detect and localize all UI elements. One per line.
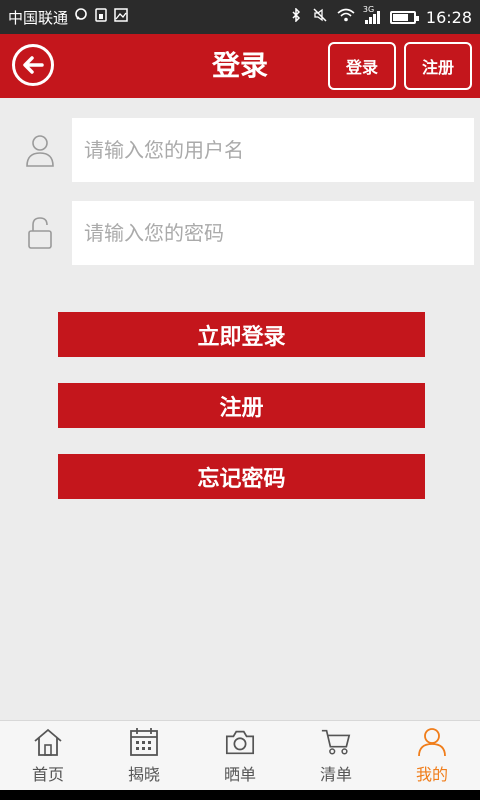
nav-label-reveal: 揭晓 xyxy=(127,764,160,784)
nav-label-cart: 清单 xyxy=(319,764,352,784)
register-button[interactable]: 注册 xyxy=(58,383,425,428)
nav-item-showcase[interactable]: 晒单 xyxy=(192,721,288,790)
login-now-button[interactable]: 立即登录 xyxy=(58,312,425,357)
camera-icon xyxy=(224,727,256,757)
chat-notification-icon xyxy=(74,8,88,26)
password-field-row xyxy=(8,201,474,265)
user-icon xyxy=(8,118,72,182)
signal-icon: 3G xyxy=(363,5,380,24)
nav-item-cart[interactable]: 清单 xyxy=(288,721,384,790)
system-bar xyxy=(0,790,480,800)
header-login-button[interactable]: 登录 xyxy=(328,42,396,90)
sim-notification-icon xyxy=(94,8,108,26)
app-header: 登录 登录 注册 xyxy=(0,34,480,98)
battery-icon xyxy=(389,10,419,24)
nav-label-mine: 我的 xyxy=(415,764,448,784)
user-icon xyxy=(416,727,448,757)
nav-item-home[interactable]: 首页 xyxy=(0,721,96,790)
nav-label-showcase: 晒单 xyxy=(223,764,256,784)
carrier-label: 中国联通 xyxy=(8,8,69,27)
nav-item-mine[interactable]: 我的 xyxy=(384,721,480,790)
status-bar: 中国联通 3G 16:28 xyxy=(0,0,480,34)
mute-icon xyxy=(313,8,327,26)
home-icon xyxy=(32,727,64,757)
nav-label-home: 首页 xyxy=(31,764,64,784)
lock-icon xyxy=(8,201,72,265)
cart-icon xyxy=(320,727,352,757)
clock: 16:28 xyxy=(425,7,472,27)
battery-level xyxy=(392,13,408,21)
nav-item-reveal[interactable]: 揭晓 xyxy=(96,721,192,790)
image-notification-icon xyxy=(114,8,128,26)
calendar-icon xyxy=(128,727,160,757)
username-field-row xyxy=(8,118,474,182)
header-register-button[interactable]: 注册 xyxy=(404,42,472,90)
network-type-label: 3G xyxy=(362,4,375,14)
password-input[interactable] xyxy=(72,201,474,265)
bottom-nav: 首页 揭晓 晒单 清单 我的 xyxy=(0,720,480,790)
bluetooth-icon xyxy=(289,8,303,26)
forgot-password-button[interactable]: 忘记密码 xyxy=(58,454,425,499)
username-input[interactable] xyxy=(72,118,474,182)
wifi-icon xyxy=(337,8,355,26)
back-button[interactable] xyxy=(12,44,54,86)
back-arrow-icon xyxy=(23,56,44,74)
